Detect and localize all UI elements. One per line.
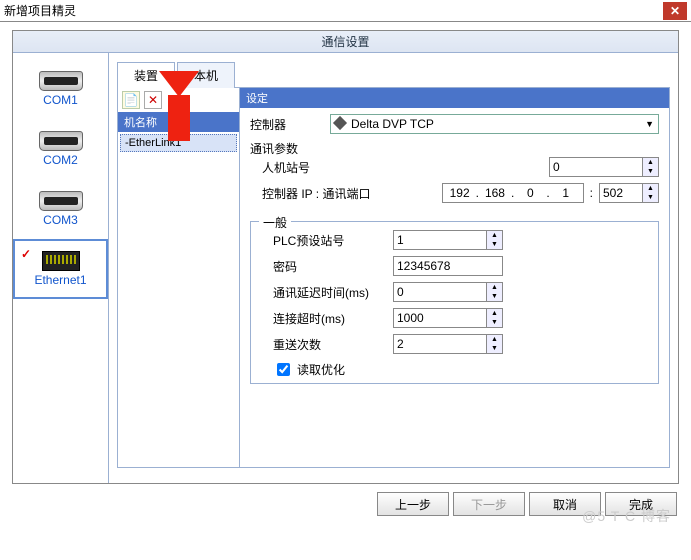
next-button[interactable]: 下一步 — [453, 492, 525, 516]
read-optimize-input[interactable] — [277, 363, 290, 376]
ip-octet-2[interactable] — [480, 185, 510, 201]
serial-port-icon — [39, 131, 83, 151]
sidebar-label: COM1 — [43, 93, 78, 107]
controller-ip-label: 控制器 IP : 通讯端口 — [262, 185, 392, 202]
spin-up-icon[interactable]: ▲ — [643, 184, 658, 193]
ip-input[interactable]: . . . — [442, 183, 584, 203]
general-group: 一般 PLC预设站号 ▲▼ 密码 — [250, 221, 659, 384]
sidebar-item-com2[interactable]: COM2 — [13, 119, 108, 179]
add-icon: 📄 — [124, 93, 139, 107]
port-separator: : — [584, 186, 599, 200]
tab-content: 📄 ✕ 机名称 -EtherLink1 设定 控制器 Delta D — [117, 88, 670, 468]
retry-field[interactable] — [394, 335, 486, 353]
general-legend: 一般 — [259, 214, 291, 231]
port-input[interactable]: ▲▼ — [599, 183, 659, 203]
sidebar-label: COM3 — [43, 213, 78, 227]
spin-up-icon[interactable]: ▲ — [487, 283, 502, 292]
delay-label: 通讯延迟时间(ms) — [273, 284, 393, 301]
password-label: 密码 — [273, 258, 393, 275]
spin-down-icon[interactable]: ▼ — [487, 344, 502, 353]
serial-port-icon — [39, 71, 83, 91]
sidebar-item-com3[interactable]: COM3 — [13, 179, 108, 239]
spin-up-icon[interactable]: ▲ — [487, 335, 502, 344]
add-device-button[interactable]: 📄 — [122, 91, 140, 109]
port-field[interactable] — [600, 184, 642, 202]
settings-header: 设定 — [240, 88, 669, 108]
spin-up-icon[interactable]: ▲ — [487, 231, 502, 240]
plc-station-label: PLC预设站号 — [273, 232, 393, 249]
spin-down-icon[interactable]: ▼ — [487, 240, 502, 249]
sidebar-item-com1[interactable]: COM1 — [13, 59, 108, 119]
main-frame: 通信设置 COM1 COM2 COM3 Ethernet1 装置 本 — [12, 30, 679, 484]
tab-bar: 装置 本机 — [117, 61, 670, 88]
controller-value: Delta DVP TCP — [351, 117, 434, 131]
sidebar-label: COM2 — [43, 153, 78, 167]
spin-up-icon[interactable]: ▲ — [487, 309, 502, 318]
section-header: 通信设置 — [13, 31, 678, 53]
ip-octet-3[interactable] — [515, 185, 545, 201]
cancel-button[interactable]: 取消 — [529, 492, 601, 516]
password-field[interactable] — [393, 256, 503, 276]
close-button[interactable]: ✕ — [663, 2, 687, 20]
controller-label: 控制器 — [250, 116, 330, 133]
brand-icon — [333, 116, 347, 130]
spin-down-icon[interactable]: ▼ — [643, 193, 658, 202]
delay-field[interactable] — [394, 283, 486, 301]
spin-up-icon[interactable]: ▲ — [643, 158, 658, 167]
ethernet-port-icon — [42, 251, 80, 271]
wizard-footer: 上一步 下一步 取消 完成 — [0, 486, 691, 522]
sidebar-item-ethernet1[interactable]: Ethernet1 — [13, 239, 108, 299]
retry-label: 重送次数 — [273, 336, 393, 353]
titlebar: 新增项目精灵 ✕ — [0, 0, 691, 22]
hmi-station-label: 人机站号 — [262, 159, 342, 176]
callout-arrow — [168, 95, 190, 141]
main-panel: 装置 本机 📄 ✕ 机名称 -EtherLink1 设定 — [109, 53, 678, 483]
ip-octet-4[interactable] — [551, 185, 581, 201]
read-optimize-label: 读取优化 — [297, 361, 345, 378]
finish-button[interactable]: 完成 — [605, 492, 677, 516]
retry-input[interactable]: ▲▼ — [393, 334, 503, 354]
window-title: 新增项目精灵 — [4, 2, 76, 19]
close-icon: ✕ — [670, 4, 680, 18]
delay-input[interactable]: ▲▼ — [393, 282, 503, 302]
hmi-station-field[interactable] — [550, 158, 642, 176]
chevron-down-icon: ▼ — [645, 119, 654, 129]
read-optimize-checkbox[interactable]: 读取优化 — [273, 360, 648, 379]
hmi-station-input[interactable]: ▲▼ — [549, 157, 659, 177]
connection-sidebar: COM1 COM2 COM3 Ethernet1 — [13, 53, 109, 483]
sidebar-label: Ethernet1 — [34, 273, 86, 287]
prev-button[interactable]: 上一步 — [377, 492, 449, 516]
settings-panel: 设定 控制器 Delta DVP TCP ▼ 通讯参数 人机站号 — [240, 88, 669, 467]
plc-station-input[interactable]: ▲▼ — [393, 230, 503, 250]
spin-down-icon[interactable]: ▼ — [643, 167, 658, 176]
controller-combo[interactable]: Delta DVP TCP ▼ — [330, 114, 659, 134]
serial-port-icon — [39, 191, 83, 211]
plc-station-field[interactable] — [394, 231, 486, 249]
timeout-label: 连接超时(ms) — [273, 310, 393, 327]
timeout-field[interactable] — [394, 309, 486, 327]
spin-down-icon[interactable]: ▼ — [487, 318, 502, 327]
timeout-input[interactable]: ▲▼ — [393, 308, 503, 328]
ip-octet-1[interactable] — [445, 185, 475, 201]
spin-down-icon[interactable]: ▼ — [487, 292, 502, 301]
comm-params-label: 通讯参数 — [250, 140, 659, 157]
device-list-panel: 📄 ✕ 机名称 -EtherLink1 — [118, 88, 240, 467]
delete-icon: ✕ — [148, 93, 158, 107]
